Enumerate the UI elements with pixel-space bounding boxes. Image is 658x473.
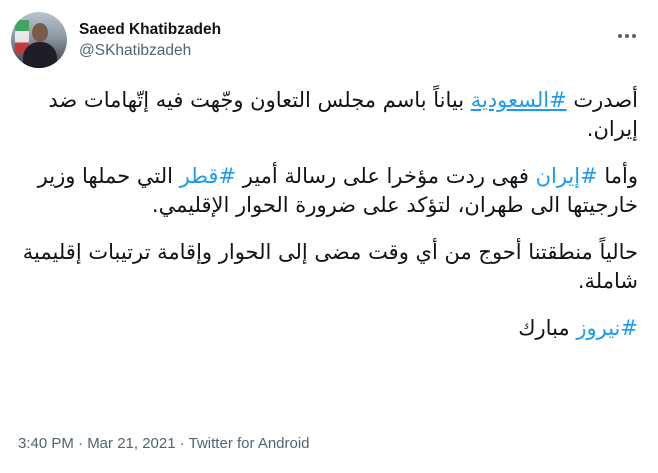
tweet-timestamp[interactable]: 3:40 PM · Mar 21, 2021 · Twitter for And…	[18, 435, 310, 452]
avatar-head-shape	[32, 23, 48, 42]
avatar[interactable]	[11, 12, 67, 68]
text-segment: وأما	[597, 164, 638, 188]
tweet-text: أصدرت #السعودية بياناً باسم مجلس التعاون…	[18, 86, 638, 343]
tweet-header: Saeed Khatibzadeh @SKhatibzadeh	[11, 12, 647, 68]
hashtag-link[interactable]: #إيران	[536, 164, 598, 188]
tweet-paragraph-3: حالياً منطقتنا أحوج من أي وقت مضى إلى ال…	[22, 240, 638, 293]
hashtag-link[interactable]: #السعودية	[471, 88, 567, 112]
text-segment: فهى ردت مؤخرا على رسالة أمير	[236, 164, 536, 188]
author-handle[interactable]: @SKhatibzadeh	[79, 41, 221, 61]
text-segment: مبارك	[518, 316, 577, 340]
tweet-paragraph-2: وأما #إيران فهى ردت مؤخرا على رسالة أمير…	[18, 162, 638, 220]
tweet-paragraph-4: #نيروز مبارك	[18, 314, 638, 343]
more-options-icon[interactable]	[615, 24, 639, 48]
text-segment: أصدرت	[566, 88, 638, 112]
tweet-card: Saeed Khatibzadeh @SKhatibzadeh أصدرت #ا…	[0, 0, 658, 473]
hashtag-link[interactable]: #نيروز	[576, 316, 638, 340]
author-display-name[interactable]: Saeed Khatibzadeh	[79, 20, 221, 40]
tweet-paragraph-1: أصدرت #السعودية بياناً باسم مجلس التعاون…	[18, 86, 638, 144]
avatar-body-shape	[23, 42, 57, 68]
author-names: Saeed Khatibzadeh @SKhatibzadeh	[79, 20, 221, 61]
hashtag-link[interactable]: #قطر	[180, 164, 236, 188]
